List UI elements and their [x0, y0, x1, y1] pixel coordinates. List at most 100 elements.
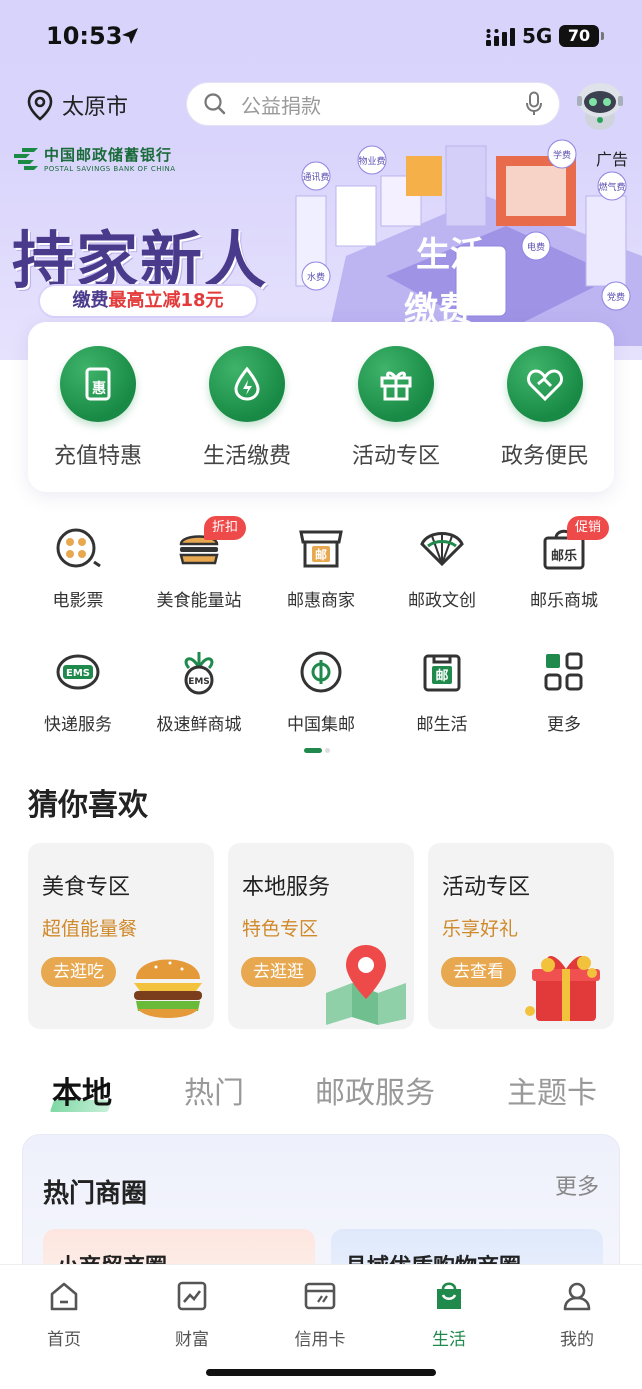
nav-label: 首页 [47, 1330, 81, 1350]
promo-pill-prefix: 缴费 [72, 290, 109, 311]
guess-card-title: 本地服务 [242, 875, 331, 900]
banner-label-party: 党费 [607, 291, 625, 303]
map-pin-icon [27, 89, 53, 121]
nav-home[interactable]: 首页 [14, 1279, 114, 1350]
promo-pill-highlight: 最高立减18元 [108, 290, 224, 311]
service-merchants[interactable]: 邮 邮惠商家 [260, 522, 382, 611]
guess-card-button[interactable]: 去查看 [441, 957, 516, 987]
quick-action-label: 充值特惠 [53, 444, 142, 469]
guess-card-subtitle: 特色专区 [242, 918, 319, 940]
chart-icon [142, 1279, 242, 1313]
location-arrow-icon [122, 28, 138, 44]
service-post-life[interactable]: 邮 邮生活 [381, 646, 503, 735]
guess-card-subtitle: 乐享好礼 [442, 918, 519, 940]
nav-wealth[interactable]: 财富 [142, 1279, 242, 1350]
shop-icon: 邮 [295, 522, 347, 574]
service-philately[interactable]: 中国集邮 [260, 646, 382, 735]
quick-action-label: 活动专区 [351, 444, 440, 469]
guess-card-activity[interactable]: 活动专区 乐享好礼 去查看 [428, 843, 614, 1029]
nav-label: 信用卡 [294, 1330, 346, 1350]
grid-pager [304, 748, 330, 753]
tab-theme-card[interactable]: 主题卡 [507, 1068, 597, 1112]
service-glyph: 邮 [315, 547, 327, 562]
quick-action-government[interactable]: 政务便民 [485, 346, 605, 470]
service-fresh-mall[interactable]: EMS 极速鲜商城 [138, 646, 260, 735]
quick-action-recharge[interactable]: 惠 充值特惠 [38, 346, 158, 470]
user-icon [527, 1279, 627, 1313]
philately-icon [295, 646, 347, 698]
tab-hot[interactable]: 热门 [184, 1068, 244, 1112]
promo-pill[interactable]: 缴费最高立减18元 [40, 286, 256, 316]
service-label: 极速鲜商城 [156, 715, 242, 735]
status-time: 10:53 [46, 22, 123, 50]
service-glyph: EMS [66, 668, 90, 679]
location-selector[interactable]: 太原市 [26, 88, 128, 122]
search-bar[interactable]: 公益捐款 [186, 82, 560, 126]
service-label: 快递服务 [44, 715, 112, 735]
pager-dot [325, 748, 330, 753]
tab-postal-service[interactable]: 邮政服务 [315, 1068, 435, 1112]
hot-district-more-link[interactable]: 更多 [555, 1169, 599, 1201]
nav-credit-card[interactable]: 信用卡 [270, 1279, 370, 1350]
banner-label-gas: 燃气费 [598, 181, 625, 193]
service-glyph: EMS [188, 677, 210, 687]
home-icon [14, 1279, 114, 1313]
burger-image [134, 959, 202, 1018]
guess-card-title: 活动专区 [442, 875, 531, 900]
guess-card-button[interactable]: 去逛吃 [41, 957, 116, 987]
banner-label-tuition: 学费 [553, 149, 571, 161]
guess-card-button[interactable]: 去逛逛 [241, 957, 316, 987]
banner-city-illustration[interactable]: 通讯费 物业费 学费 燃气费 水费 电费 党费 生活 缴费 [286, 136, 642, 346]
microphone-icon[interactable] [525, 91, 543, 117]
battery-indicator: 70 [559, 25, 604, 47]
service-label: 邮惠商家 [287, 591, 355, 611]
content-tabs: 本地 热门 邮政服务 主题卡 [0, 1062, 642, 1118]
svg-text:惠: 惠 [92, 380, 106, 397]
location-label: 太原市 [62, 95, 129, 120]
discount-tag: 折扣 [204, 516, 247, 540]
guess-card-food[interactable]: 美食专区 超值能量餐 去逛吃 [28, 843, 214, 1029]
service-label: 美食能量站 [156, 591, 242, 611]
quick-action-activity[interactable]: 活动专区 [336, 346, 456, 470]
fan-icon [416, 522, 468, 574]
banner-label-telecom: 通讯费 [302, 171, 329, 183]
service-express[interactable]: EMS 快递服务 [17, 646, 139, 735]
service-food-station[interactable]: 美食能量站 折扣 [138, 516, 260, 611]
bank-name-en: POSTAL SAVINGS BANK OF CHINA [44, 165, 176, 173]
nav-label: 我的 [560, 1330, 594, 1350]
service-label: 中国集邮 [287, 715, 355, 735]
guess-card-title: 美食专区 [42, 875, 131, 900]
assistant-robot-icon[interactable] [574, 78, 626, 132]
postal-bank-logo-icon [14, 147, 38, 170]
banner-label-water: 水费 [307, 271, 325, 283]
bank-logo: 中国邮政储蓄银行 POSTAL SAVINGS BANK OF CHINA [12, 144, 176, 173]
service-glyph: 邮 [435, 668, 448, 684]
nav-life[interactable]: 生活 [399, 1279, 499, 1350]
service-more[interactable]: 更多 [503, 646, 625, 735]
nav-mine[interactable]: 我的 [527, 1279, 627, 1350]
quick-action-utility[interactable]: 生活缴费 [187, 346, 307, 470]
handshake-heart-icon [507, 346, 583, 422]
quick-action-label: 政务便民 [500, 444, 589, 469]
network-type: 5G [522, 24, 553, 48]
service-label: 电影票 [52, 591, 104, 611]
recharge-discount-icon: 惠 [60, 346, 136, 422]
promo-tag: 促销 [567, 516, 610, 540]
guess-card-subtitle: 超值能量餐 [42, 918, 138, 940]
gift-icon [358, 346, 434, 422]
pager-dot-active [304, 748, 322, 753]
service-cultural[interactable]: 邮政文创 [381, 522, 503, 611]
nav-label: 生活 [432, 1330, 466, 1350]
post-life-icon: 邮 [416, 646, 468, 698]
guess-card-local[interactable]: 本地服务 特色专区 去逛逛 [228, 843, 414, 1029]
service-youle-mall[interactable]: 邮乐 邮乐商城 促销 [503, 516, 625, 611]
service-label: 邮乐商城 [530, 591, 598, 611]
banner-label-life: 生活 [416, 235, 484, 275]
search-placeholder: 公益捐款 [241, 93, 321, 118]
ems-fresh-icon: EMS [173, 646, 225, 698]
service-movie-ticket[interactable]: 电影票 [17, 522, 139, 611]
shopping-bag-icon [399, 1279, 499, 1313]
gift-box-image [525, 955, 600, 1021]
tab-local[interactable]: 本地 [52, 1068, 112, 1112]
banner-label-property: 物业费 [358, 155, 385, 167]
